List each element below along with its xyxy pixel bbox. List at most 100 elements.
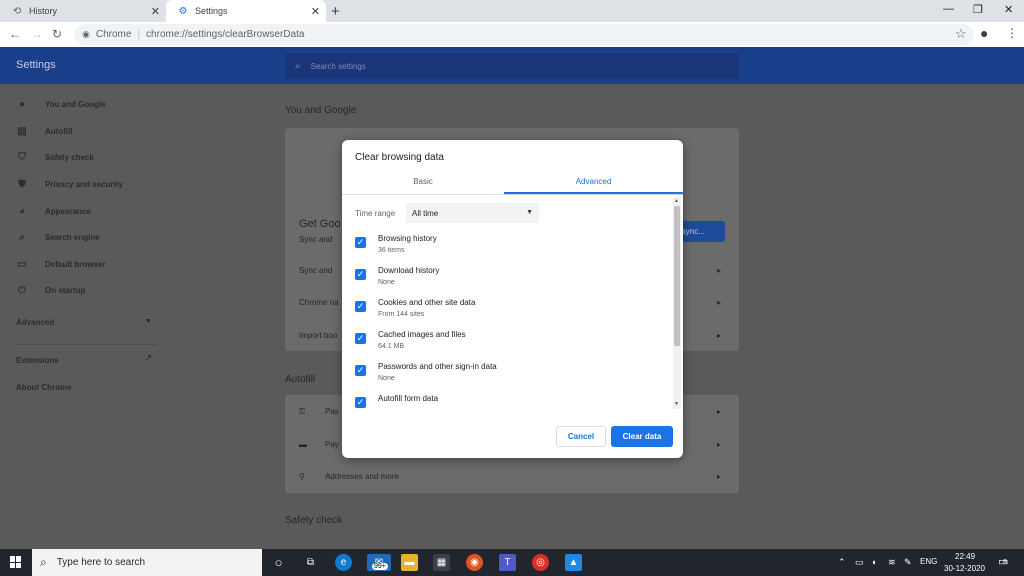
forward-icon[interactable]: → — [31, 27, 43, 41]
sidebar-item-label: On startup — [45, 285, 86, 295]
sidebar-item-extensions[interactable]: Extensions — [16, 353, 59, 367]
photos-icon[interactable]: ▲ — [565, 554, 582, 571]
list-item[interactable]: ✓ Cookies and other site data From 144 s… — [342, 294, 672, 326]
menu-kebab-icon[interactable]: ⋮ — [1006, 26, 1018, 40]
reload-icon[interactable]: ↻ — [52, 27, 62, 41]
clock-date[interactable]: 30-12-2020 — [944, 564, 985, 573]
sidebar-item-on-startup[interactable]: ⏻ On startup — [16, 283, 85, 297]
open-in-new-icon[interactable]: ↗ — [144, 353, 152, 364]
search-icon: ⌕ — [295, 60, 301, 72]
list-item[interactable]: ✓ Cached images and files 64.1 MB — [342, 326, 672, 358]
file-explorer-icon[interactable]: ▬ — [401, 554, 418, 571]
checkbox-checked[interactable]: ✓ — [355, 333, 366, 344]
sidebar-item-label: Autofill — [45, 126, 73, 136]
settings-search-input[interactable]: ⌕ Search settings — [285, 53, 739, 79]
item-title: Browsing history — [378, 234, 437, 243]
sync-services-row[interactable]: Sync and — [299, 266, 332, 275]
wifi-icon[interactable]: ≋ — [888, 557, 896, 568]
list-item[interactable]: ✓ Download history None — [342, 262, 672, 294]
checkbox-checked[interactable]: ✓ — [355, 269, 366, 280]
task-view-icon[interactable]: ⧉ — [302, 554, 319, 571]
battery-icon[interactable]: ▭ — [855, 557, 864, 568]
sidebar-item-you-and-google[interactable]: ● You and Google — [16, 97, 106, 111]
language-indicator[interactable]: ENG — [920, 557, 937, 566]
chevron-right-icon: ▸ — [716, 266, 721, 275]
chevron-right-icon: ▸ — [716, 298, 721, 307]
shield-icon: ⛊ — [18, 178, 26, 190]
browser-toolbar: ← → ↻ ◉ Chrome | chrome://settings/clear… — [0, 22, 1024, 47]
sidebar-advanced-toggle[interactable]: Advanced — [16, 315, 54, 329]
import-bookmarks-row[interactable]: Import boo — [299, 331, 337, 340]
tab-label: Advanced — [575, 177, 612, 186]
checkbox-checked[interactable]: ✓ — [355, 237, 366, 248]
minimize-icon[interactable]: — — [943, 3, 954, 15]
store-icon[interactable]: ▦ — [433, 554, 450, 571]
checkbox-checked[interactable]: ✓ — [355, 397, 366, 408]
scrollbar-thumb[interactable] — [674, 206, 680, 346]
edge-icon[interactable]: e — [335, 554, 352, 571]
volume-icon[interactable]: ◖ — [871, 557, 876, 567]
tab-settings[interactable]: ⚙ Settings ✕ — [166, 0, 326, 22]
payment-methods-row[interactable]: Pay — [325, 440, 339, 449]
clear-browsing-data-dialog: Clear browsing data Basic Advanced Time … — [342, 140, 683, 458]
time-range-select[interactable]: All time ▼ — [406, 203, 539, 223]
back-icon[interactable]: ← — [9, 27, 21, 41]
profile-avatar-icon[interactable]: ● — [980, 25, 988, 41]
clear-data-button[interactable]: Clear data — [611, 426, 673, 447]
windows-start-icon[interactable] — [10, 556, 22, 568]
scroll-up-icon[interactable]: ▲ — [674, 198, 679, 204]
data-type-list: ✓ Browsing history 36 items ✓ Download h… — [342, 230, 683, 410]
section-title-you-and-google: You and Google — [285, 105, 357, 116]
close-window-icon[interactable]: ✕ — [1004, 3, 1013, 16]
item-title: Autofill form data — [378, 394, 439, 403]
dropdown-arrow-icon: ▼ — [526, 209, 533, 216]
sidebar-item-autofill[interactable]: ▤ Autofill — [16, 124, 73, 138]
tab-basic[interactable]: Basic — [342, 177, 504, 194]
new-tab-button[interactable]: + — [331, 3, 340, 20]
list-item[interactable]: ✓ Autofill form data — [342, 390, 672, 410]
bookmark-star-icon[interactable]: ☆ — [955, 26, 967, 42]
button-label: Cancel — [567, 432, 595, 441]
sidebar-item-about-chrome[interactable]: About Chrome — [16, 380, 72, 394]
tab-advanced[interactable]: Advanced — [504, 177, 683, 194]
sidebar-item-search-engine[interactable]: ⌕ Search engine — [16, 230, 100, 244]
item-title: Cached images and files — [378, 330, 466, 339]
chevron-down-icon[interactable]: ▼ — [145, 318, 152, 325]
maximize-icon[interactable]: ❐ — [973, 3, 983, 16]
firefox-icon[interactable]: ◉ — [466, 554, 483, 571]
checkbox-checked[interactable]: ✓ — [355, 301, 366, 312]
item-subtitle: 64.1 MB — [378, 343, 405, 350]
tab-strip: ⟲ History ✕ ⚙ Settings ✕ + — ❐ ✕ — [0, 0, 1024, 22]
sidebar-item-default-browser[interactable]: ▭ Default browser — [16, 257, 105, 271]
close-tab-icon[interactable]: ✕ — [151, 5, 160, 18]
tab-divider — [342, 194, 683, 195]
sidebar-item-safety-check[interactable]: ⛉ Safety check — [16, 150, 94, 164]
power-icon: ⏻ — [18, 284, 26, 296]
pen-icon[interactable]: ✎ — [904, 557, 912, 568]
passwords-row[interactable]: Pas — [325, 407, 339, 416]
cortana-icon[interactable]: ○ — [270, 554, 287, 571]
tab-history[interactable]: ⟲ History ✕ — [0, 0, 166, 22]
location-pin-icon: ⚲ — [299, 472, 305, 481]
page-title: Settings — [16, 59, 56, 71]
chevron-up-icon[interactable]: ⌃ — [838, 557, 846, 568]
taskbar-search-input[interactable]: ⌕ Type here to search — [32, 549, 262, 576]
checkbox-checked[interactable]: ✓ — [355, 365, 366, 376]
site-info-icon[interactable]: ◉ — [82, 29, 90, 40]
chrome-icon[interactable]: ◎ — [532, 554, 549, 571]
dialog-title: Clear browsing data — [355, 152, 444, 163]
scroll-down-icon[interactable]: ▼ — [674, 401, 679, 407]
windows-taskbar: ⌕ Type here to search ○ ⧉ e ✉ 99+ ▬ ▦ ◉ … — [0, 549, 1024, 576]
list-item[interactable]: ✓ Passwords and other sign-in data None — [342, 358, 672, 390]
site-chip: Chrome — [95, 29, 132, 40]
clock-time[interactable]: 22:49 — [955, 552, 975, 561]
list-item[interactable]: ✓ Browsing history 36 items — [342, 230, 672, 262]
sidebar-item-appearance[interactable]: ◕ Appearance — [16, 204, 91, 218]
cancel-button[interactable]: Cancel — [556, 426, 606, 447]
sidebar-item-privacy[interactable]: ⛊ Privacy and security — [16, 177, 123, 191]
teams-icon[interactable]: T — [499, 554, 516, 571]
address-bar[interactable]: ◉ Chrome | chrome://settings/clearBrowse… — [74, 24, 974, 45]
chrome-name-row[interactable]: Chrome na — [299, 298, 339, 307]
close-tab-icon[interactable]: ✕ — [311, 5, 320, 18]
addresses-row[interactable]: Addresses and more — [325, 472, 399, 481]
